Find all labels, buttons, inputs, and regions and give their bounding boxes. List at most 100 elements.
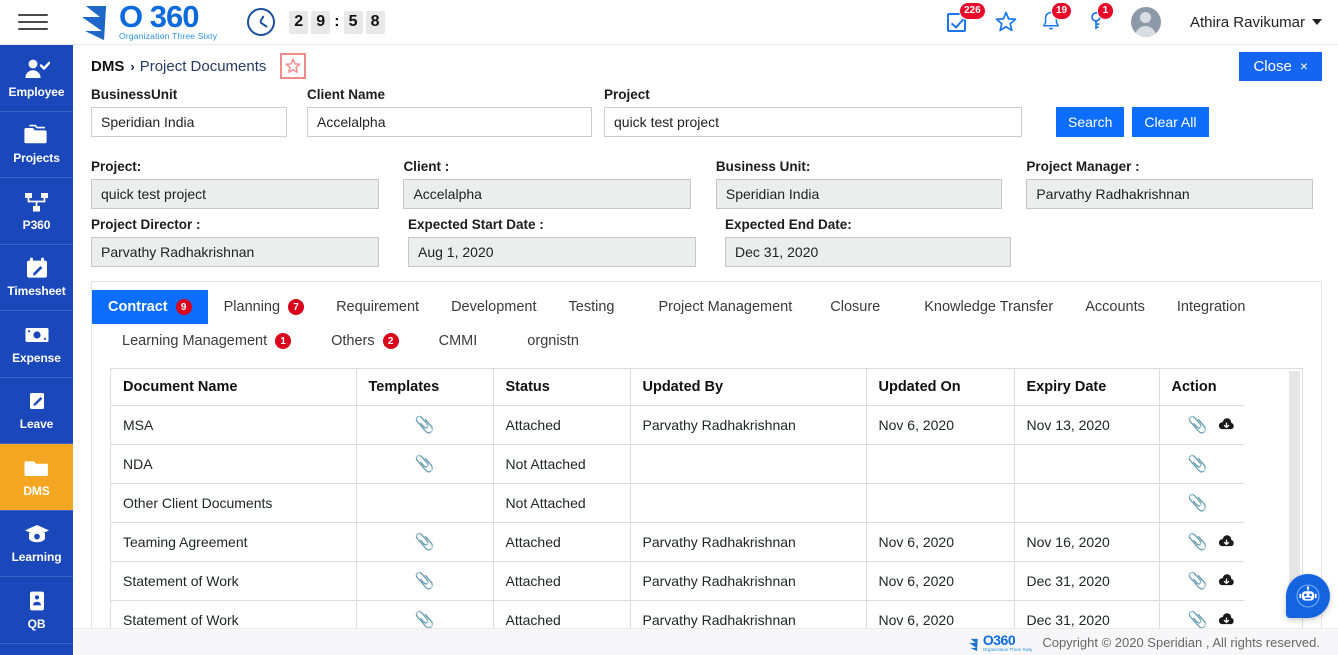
book-icon [24,589,50,613]
tab-label: Project Management [658,299,792,315]
star-outline-icon[interactable] [280,53,306,79]
sidebar-item-employee[interactable]: Employee [0,45,73,112]
tab-cmmi[interactable]: CMMI [415,324,494,358]
sidebar-item-learning[interactable]: Learning [0,511,73,578]
table-row[interactable]: Teaming Agreement 📎 Attached Parvathy Ra… [111,523,1244,562]
graduation-cap-icon [24,522,50,546]
tab-others[interactable]: Others 2 [307,324,415,358]
clear-all-button[interactable]: Clear All [1132,107,1208,137]
tab-requirement[interactable]: Requirement [320,290,435,324]
attach-icon[interactable]: 📎 [415,532,435,552]
column-header-document-name[interactable]: Document Name [111,369,356,406]
tab-integration[interactable]: Integration [1161,290,1262,324]
cell-updated-by [630,445,866,484]
tab-closure[interactable]: Closure [808,290,896,324]
tasks-button[interactable]: 226 [947,9,973,35]
sidebar-item-dms[interactable]: DMS [0,444,73,511]
client-name-input[interactable] [307,107,592,137]
column-header-expiry-date[interactable]: Expiry Date [1014,369,1159,406]
user-menu[interactable]: Athira Ravikumar [1190,14,1322,31]
table-row[interactable]: Statement of Work 📎 Attached Parvathy Ra… [111,601,1244,629]
cell-template: 📎 [356,601,493,629]
column-header-templates[interactable]: Templates [356,369,493,406]
search-button[interactable]: Search [1056,107,1124,137]
filter-label: Client Name [307,87,604,102]
sidebar-item-timesheet[interactable]: Timesheet [0,245,73,312]
tab-project-management[interactable]: Project Management [630,290,808,324]
table-row[interactable]: Other Client Documents Not Attached 📎 [111,484,1244,523]
tab-development[interactable]: Development [435,290,552,324]
details-row: Project: quick test project Client : Acc… [91,159,1322,209]
attach-icon[interactable]: 📎 [415,610,435,628]
sidebar-item-label: DMS [23,484,49,498]
column-header-status[interactable]: Status [493,369,630,406]
download-icon[interactable] [1218,573,1235,591]
tab-learning-management[interactable]: Learning Management 1 [106,324,307,358]
tab-label: Contract [108,299,168,315]
breadcrumb-root[interactable]: DMS [91,58,124,75]
attach-icon[interactable]: 📎 [415,415,435,435]
app-logo[interactable]: O 360 Organization Three Sixty [76,3,217,42]
tab-label: Testing [569,299,615,315]
attach-icon[interactable]: 📎 [1188,532,1208,552]
detail-expected-start-date: Expected Start Date : Aug 1, 2020 [408,217,725,267]
table-row[interactable]: NDA 📎 Not Attached 📎 [111,445,1244,484]
app-header: O 360 Organization Three Sixty 2 9 : 5 8… [0,0,1338,45]
table-vertical-scrollbar[interactable] [1289,371,1300,599]
detail-value: Accelalpha [403,179,691,209]
attach-icon[interactable]: 📎 [415,454,435,474]
tab-planning[interactable]: Planning 7 [208,290,320,324]
attach-icon[interactable]: 📎 [415,571,435,591]
clock-icon[interactable] [247,8,275,36]
sidebar-item-expense[interactable]: Expense [0,311,73,378]
sidebar-item-qb[interactable]: QB [0,577,73,644]
tab-accounts[interactable]: Accounts [1069,290,1161,324]
document-category-tabs: Contract 9 Planning 7 Requirement Develo… [92,282,1321,358]
attach-icon[interactable]: 📎 [1188,610,1208,628]
detail-label: Project: [91,159,403,174]
attach-icon[interactable]: 📎 [1188,454,1208,474]
attach-icon[interactable]: 📎 [1188,571,1208,591]
app-footer: O360 Organization Three Sixty Copyright … [73,628,1338,655]
close-button[interactable]: Close × [1239,52,1322,81]
table-row[interactable]: Statement of Work 📎 Attached Parvathy Ra… [111,562,1244,601]
sidebar-item-p360[interactable]: P360 [0,178,73,245]
table-row[interactable]: MSA 📎 Attached Parvathy Radhakrishnan No… [111,406,1244,445]
cell-updated-on: Nov 6, 2020 [866,523,1014,562]
tab-orgnistn[interactable]: orgnistn [493,324,595,358]
download-icon[interactable] [1218,417,1235,435]
tab-badge: 9 [176,299,192,315]
cell-updated-by: Parvathy Radhakrishnan [630,523,866,562]
detail-project-director: Project Director : Parvathy Radhakrishna… [91,217,408,267]
tab-contract[interactable]: Contract 9 [92,290,208,324]
detail-label: Expected End Date: [725,217,1040,232]
chevron-down-icon [1312,19,1322,25]
sidebar-item-leave[interactable]: Leave [0,378,73,445]
money-icon [24,323,50,347]
column-header-updated-on[interactable]: Updated On [866,369,1014,406]
sidebar-item-label: Expense [12,351,61,365]
detail-label: Business Unit: [716,159,1026,174]
favorites-button[interactable] [993,9,1019,35]
notifications-button[interactable]: 19 [1039,9,1065,35]
business-unit-input[interactable] [91,107,287,137]
column-header-action[interactable]: Action [1159,369,1244,406]
hamburger-icon[interactable] [18,11,48,33]
detail-project: Project: quick test project [91,159,403,209]
details-row: Project Director : Parvathy Radhakrishna… [91,217,1322,267]
project-input[interactable] [604,107,1022,137]
download-icon[interactable] [1218,534,1235,552]
cell-updated-on: Nov 6, 2020 [866,601,1014,629]
alerts-button[interactable]: 1 [1085,9,1111,35]
sidebar-item-projects[interactable]: Projects [0,112,73,179]
sidebar-item-label: QB [28,617,46,631]
attach-icon[interactable]: 📎 [1188,415,1208,435]
cell-document-name: NDA [111,445,356,484]
avatar[interactable] [1131,7,1161,37]
download-icon[interactable] [1218,612,1235,628]
tab-testing[interactable]: Testing [553,290,631,324]
tab-knowledge-transfer[interactable]: Knowledge Transfer [896,290,1069,324]
chatbot-button[interactable] [1286,574,1330,618]
attach-icon[interactable]: 📎 [1188,493,1208,513]
column-header-updated-by[interactable]: Updated By [630,369,866,406]
